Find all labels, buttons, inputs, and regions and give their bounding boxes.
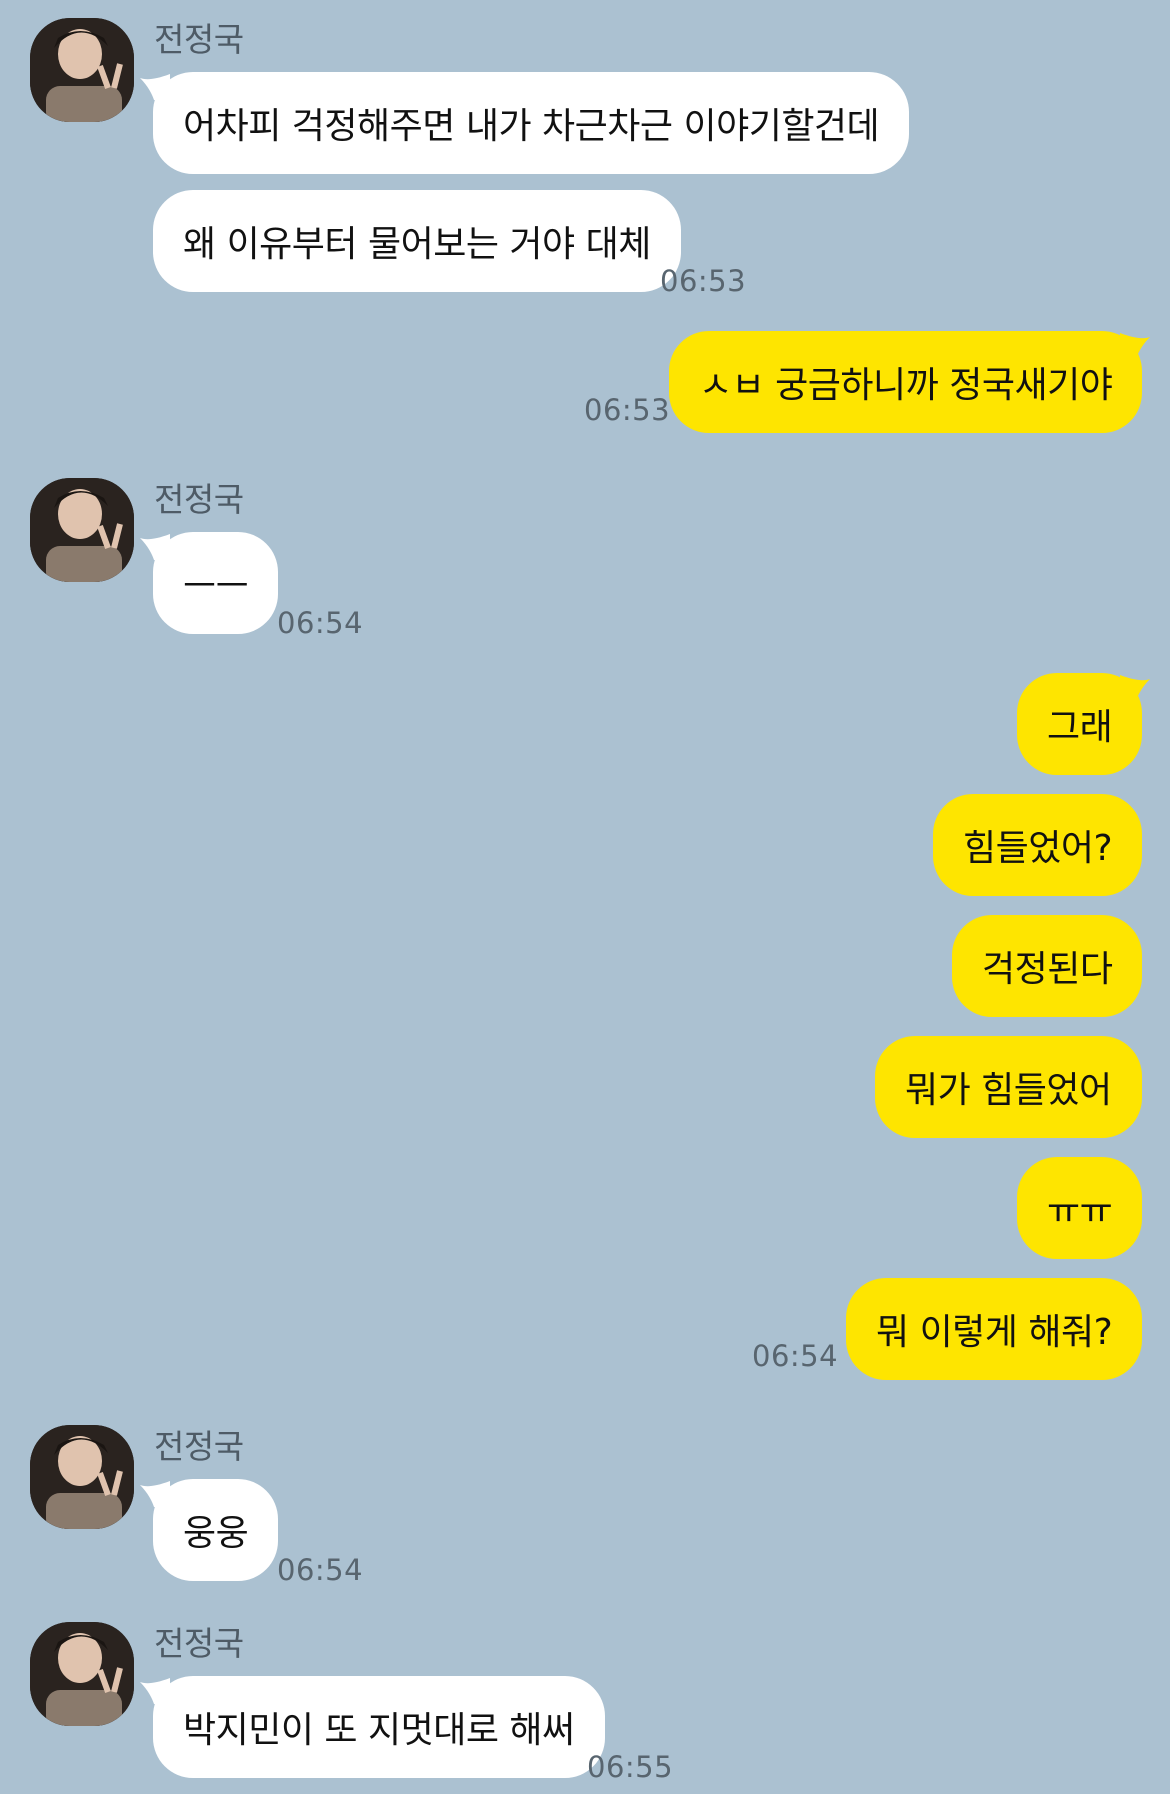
message-bubble-outgoing[interactable]: 뭐가 힘들었어 (875, 1036, 1142, 1138)
message-text: 뭐 이렇게 해줘? (876, 1312, 1113, 1353)
message-text: 웅웅 (183, 1513, 249, 1554)
message-text: 왜 이유부터 물어보는 거야 대체 (183, 224, 651, 265)
message-bubble-incoming[interactable]: 왜 이유부터 물어보는 거야 대체 (153, 190, 681, 292)
message-bubble-incoming[interactable]: 어차피 걱정해주면 내가 차근차근 이야기할건데 (153, 72, 910, 174)
message-text: 힘들었어? (963, 828, 1113, 869)
message-text: ㅠㅠ (1047, 1191, 1113, 1232)
message-bubble-incoming[interactable]: ㅡㅡ (153, 532, 279, 634)
outgoing-bubble-tail (1120, 675, 1150, 701)
message-bubble-outgoing[interactable]: 걱정된다 (952, 915, 1143, 1017)
message-bubble-incoming[interactable]: 박지민이 또 지멋대로 해써 (153, 1676, 605, 1778)
message-bubble-outgoing[interactable]: 힘들었어? (933, 794, 1143, 896)
message-text: 어차피 걱정해주면 내가 차근차근 이야기할건데 (183, 106, 880, 147)
message-timestamp: 06:53 (660, 264, 747, 298)
sender-name: 전정국 (154, 480, 244, 519)
sender-avatar[interactable] (30, 1425, 134, 1529)
sender-name: 전정국 (154, 1427, 244, 1466)
message-bubble-outgoing[interactable]: ㅠㅠ (1017, 1157, 1143, 1259)
sender-avatar[interactable] (30, 1622, 134, 1726)
message-text: ㅅㅂ 궁금하니까 정국새기야 (699, 365, 1113, 406)
message-timestamp: 06:54 (277, 1553, 364, 1587)
sender-name: 전정국 (154, 1624, 244, 1663)
sender-avatar[interactable] (30, 478, 134, 582)
message-bubble-outgoing[interactable]: 뭐 이렇게 해줘? (846, 1278, 1143, 1380)
message-text: ㅡㅡ (183, 566, 249, 607)
message-text: 뭐가 힘들었어 (905, 1070, 1112, 1111)
sender-avatar[interactable] (30, 18, 134, 122)
outgoing-bubble-tail (1120, 333, 1150, 359)
message-text: 걱정된다 (982, 949, 1113, 990)
message-timestamp: 06:54 (277, 606, 364, 640)
message-bubble-incoming[interactable]: 웅웅 (153, 1479, 279, 1581)
message-timestamp: 06:55 (587, 1750, 674, 1784)
message-bubble-outgoing[interactable]: ㅅㅂ 궁금하니까 정국새기야 (669, 331, 1143, 433)
message-text: 그래 (1047, 707, 1113, 748)
message-timestamp: 06:53 (584, 393, 671, 427)
sender-name: 전정국 (154, 20, 244, 59)
message-text: 박지민이 또 지멋대로 해써 (183, 1710, 575, 1751)
message-timestamp: 06:54 (752, 1339, 839, 1373)
